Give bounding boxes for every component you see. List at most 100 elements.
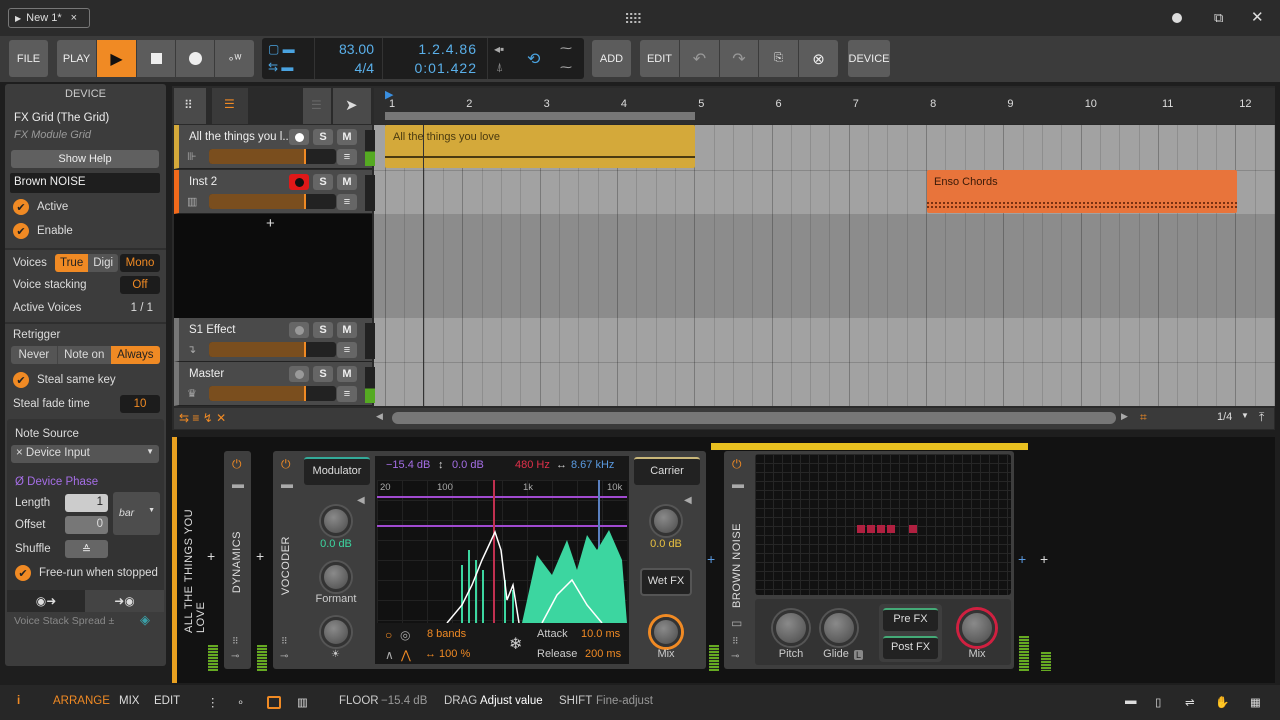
- window-close-icon[interactable]: ✕: [1251, 8, 1264, 26]
- power-icon[interactable]: ⏻: [732, 457, 742, 472]
- record-arm-button[interactable]: [289, 366, 309, 382]
- speaker-icon[interactable]: ◀: [357, 495, 365, 506]
- post-fx-button[interactable]: Post FX: [883, 636, 938, 659]
- device-button[interactable]: DEVICE: [848, 40, 890, 77]
- voices-true[interactable]: True: [55, 254, 89, 272]
- ruler-bar-number[interactable]: 12: [1239, 98, 1251, 110]
- keyboard-icon[interactable]: ▦: [1250, 695, 1261, 709]
- grid-patch-canvas[interactable]: [755, 454, 1011, 595]
- sync-icon[interactable]: ⇆ ▬: [268, 60, 293, 74]
- offset-field[interactable]: 0: [65, 516, 108, 534]
- info-icon[interactable]: i: [17, 695, 20, 707]
- mixer-icon[interactable]: ⇌: [1185, 695, 1195, 709]
- arranger-view-toggle[interactable]: ☰: [212, 88, 248, 124]
- restore-icon[interactable]: ⧉: [1214, 10, 1223, 26]
- vocoder-mix-knob[interactable]: [651, 617, 681, 647]
- track-menu-button[interactable]: ≡: [337, 149, 357, 165]
- track-header[interactable]: Inst 2 S M ▥ ≡: [174, 170, 375, 214]
- tempo-field[interactable]: 83.00: [322, 41, 374, 57]
- scroll-left-icon[interactable]: ◀: [376, 411, 383, 422]
- voice-stack-out-tab[interactable]: ➜◉: [85, 590, 164, 612]
- grid-dots-icon[interactable]: ⠿: [232, 636, 239, 647]
- track-menu-button[interactable]: ≡: [337, 386, 357, 402]
- spectrum-display[interactable]: 20 100 1k 10k: [377, 480, 627, 623]
- folder-icon[interactable]: ▬: [732, 477, 744, 491]
- ruler-bar-number[interactable]: 8: [930, 98, 936, 110]
- curve-icon[interactable]: ∧: [385, 648, 394, 662]
- mixer-panel-icon[interactable]: ▥: [297, 695, 308, 709]
- modulation-icon[interactable]: ∘: [237, 695, 244, 709]
- play-button[interactable]: ▶: [97, 40, 136, 77]
- add-device-button[interactable]: +: [207, 548, 215, 564]
- hand-icon[interactable]: ✋: [1215, 695, 1229, 709]
- ruler-bar-number[interactable]: 5: [698, 98, 704, 110]
- fade-out-icon[interactable]: ⁓: [560, 60, 572, 74]
- mute-button[interactable]: M: [337, 366, 357, 382]
- ruler-bar-number[interactable]: 1: [389, 98, 395, 110]
- floor-value[interactable]: −15.4 dB: [386, 459, 430, 471]
- mute-button[interactable]: M: [337, 129, 357, 145]
- undo-button[interactable]: ↶: [680, 40, 719, 77]
- volume-fader[interactable]: [209, 342, 336, 357]
- grid-mix-knob[interactable]: [959, 610, 995, 646]
- add-device-button[interactable]: +: [1018, 551, 1026, 567]
- bands-value[interactable]: 8 bands: [427, 628, 466, 640]
- track-menu-button[interactable]: ≡: [337, 342, 357, 358]
- timeline-ruler[interactable]: ▶: [374, 88, 1275, 124]
- brightness-knob[interactable]: [321, 617, 351, 647]
- preset-name-field[interactable]: Brown NOISE: [10, 173, 160, 193]
- solo-button[interactable]: S: [313, 366, 333, 382]
- ruler-bar-number[interactable]: 3: [544, 98, 550, 110]
- ruler-bar-number[interactable]: 9: [1007, 98, 1013, 110]
- mute-button[interactable]: M: [337, 322, 357, 338]
- glide-knob[interactable]: [821, 610, 857, 646]
- folder-icon[interactable]: ▬: [281, 477, 293, 491]
- fade-in-icon[interactable]: ⁓: [560, 41, 572, 55]
- folder-icon[interactable]: ▬: [232, 477, 244, 491]
- track-name[interactable]: All the things you l...: [189, 131, 294, 143]
- project-tab[interactable]: ▶ New 1* ×: [8, 8, 90, 28]
- pointer-tool-button[interactable]: ➤: [333, 88, 371, 124]
- add-button[interactable]: ADD: [592, 40, 631, 77]
- file-button[interactable]: FILE: [9, 40, 48, 77]
- solo-button[interactable]: S: [313, 129, 333, 145]
- delete-button[interactable]: ⊗: [799, 40, 838, 77]
- zoom-dropdown-icon[interactable]: ▼: [1241, 411, 1249, 420]
- audio-clip[interactable]: All the things you love: [385, 125, 695, 168]
- track-name[interactable]: S1 Effect: [189, 324, 294, 336]
- mono-button[interactable]: Mono: [120, 254, 160, 272]
- expand-icon[interactable]: ⤒: [1259, 410, 1264, 425]
- glide-link-badge[interactable]: L: [854, 650, 864, 660]
- automation-write-button[interactable]: ∘ᵂ: [215, 40, 254, 77]
- carrier-gain-knob[interactable]: [651, 506, 681, 536]
- grid-dots-icon[interactable]: ⠿: [732, 636, 739, 647]
- active-checkbox[interactable]: ✔ Active: [13, 199, 160, 215]
- loop-region-icon[interactable]: ▢ ▬: [268, 42, 295, 56]
- solo-button[interactable]: S: [313, 174, 333, 190]
- add-device-end-button[interactable]: +: [1040, 551, 1048, 567]
- play-menu-button[interactable]: PLAY: [57, 40, 96, 77]
- retrigger-selector[interactable]: Never Note on Always: [11, 346, 160, 364]
- mix-tab[interactable]: MIX: [119, 695, 139, 707]
- window-icon[interactable]: ▭: [731, 616, 742, 630]
- shuffle-button[interactable]: ≙: [65, 540, 108, 558]
- dynamics-device[interactable]: ⏻ ▬ DYNAMICS ⠿ ⊸: [224, 451, 251, 669]
- ruler-bar-number[interactable]: 2: [466, 98, 472, 110]
- ruler-bar-number[interactable]: 11: [1162, 98, 1173, 110]
- grid-dots-icon[interactable]: ⠿: [281, 636, 288, 647]
- stop-button[interactable]: [137, 40, 175, 77]
- record-button[interactable]: [176, 40, 214, 77]
- track-name[interactable]: Master: [189, 368, 294, 380]
- arrange-tab[interactable]: ARRANGE: [53, 695, 110, 707]
- track-header[interactable]: All the things you l... S M ⊪ ≡: [174, 125, 375, 169]
- time-signature-field[interactable]: 4/4: [322, 60, 374, 76]
- power-icon[interactable]: ⏻: [281, 457, 291, 472]
- edit-button[interactable]: EDIT: [640, 40, 679, 77]
- retrigger-note-on[interactable]: Note on: [56, 346, 111, 364]
- low-frequency-value[interactable]: 480 Hz: [515, 459, 550, 471]
- circle-mode-icon[interactable]: ○: [385, 628, 392, 642]
- add-device-button[interactable]: +: [256, 548, 264, 564]
- paste-button[interactable]: ⎘: [759, 40, 798, 77]
- voices-digi[interactable]: Digi: [88, 254, 119, 272]
- length-field[interactable]: 1: [65, 494, 108, 512]
